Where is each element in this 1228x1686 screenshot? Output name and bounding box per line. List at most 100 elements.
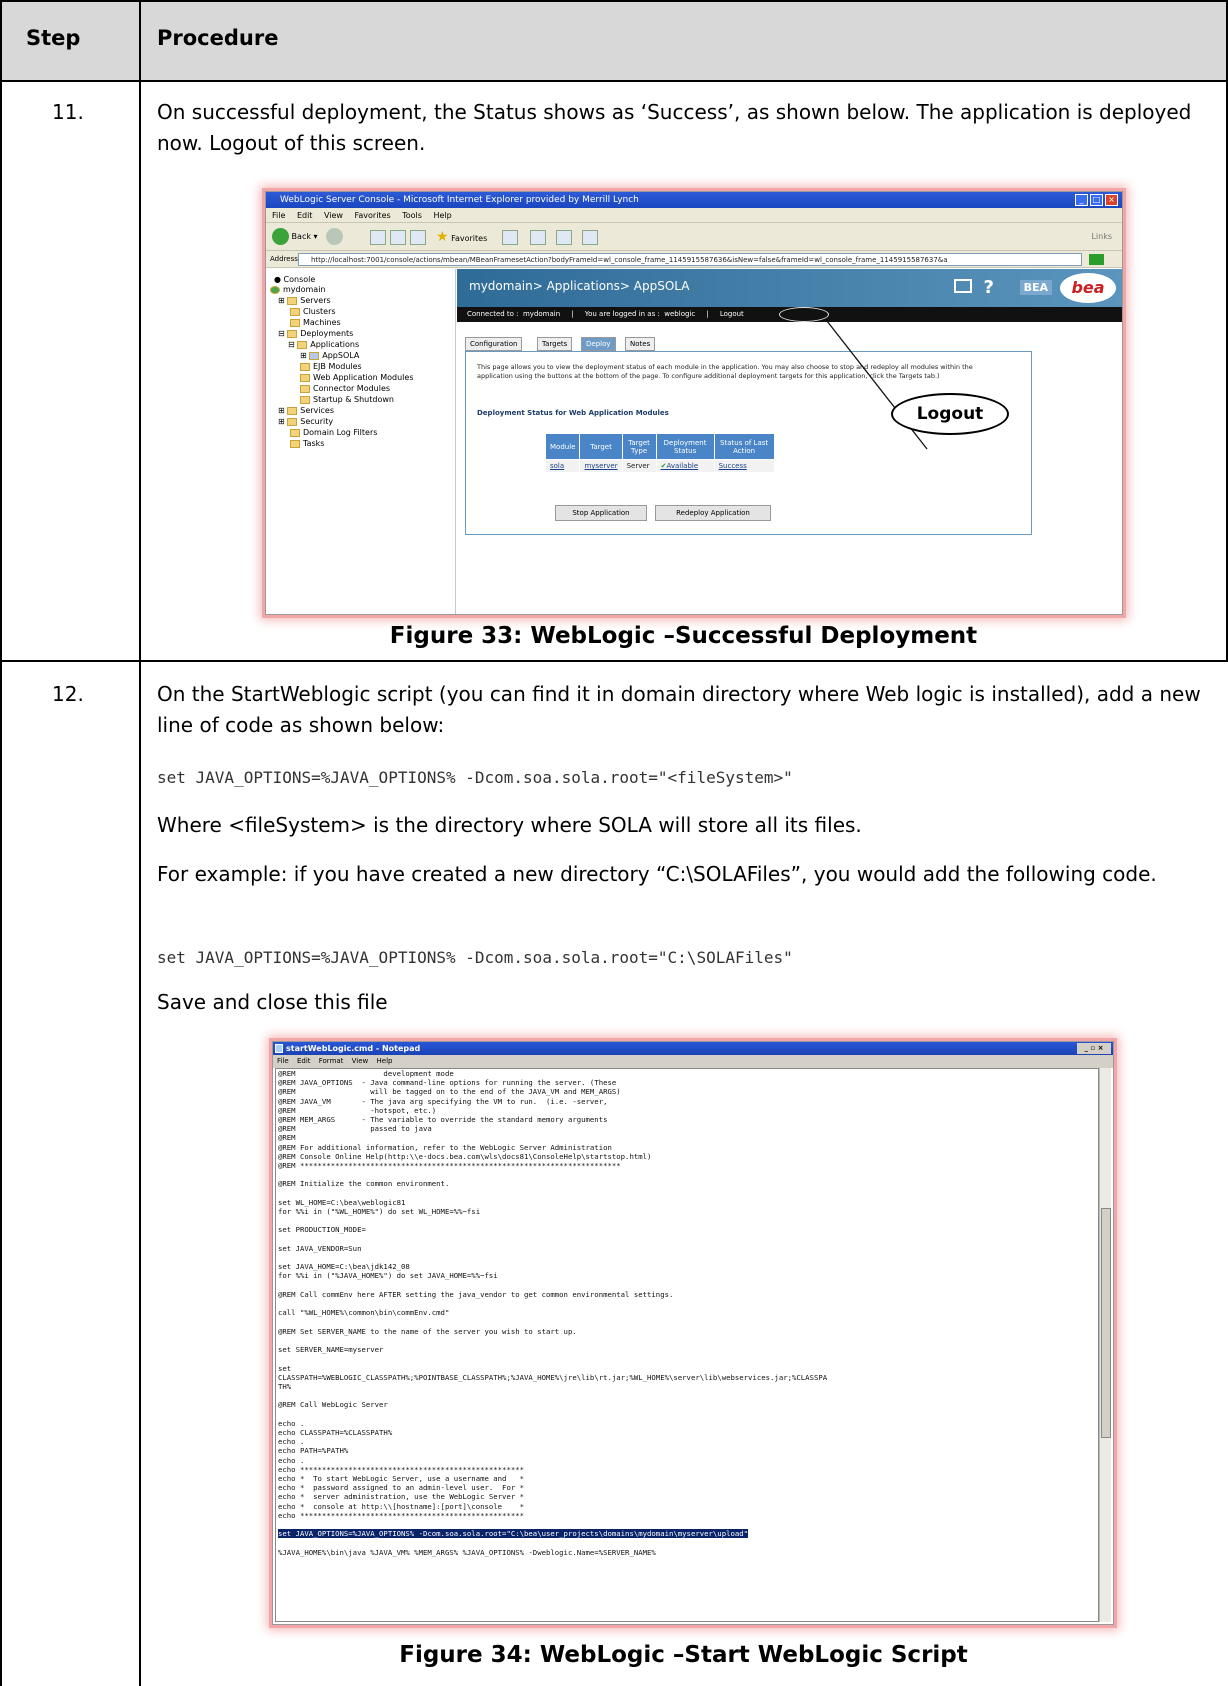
code-line: echo * To start WebLogic Server, use a u… — [278, 1473, 525, 1483]
minimize-icon[interactable]: _ — [1075, 194, 1088, 206]
links-label[interactable]: Links — [1091, 228, 1112, 246]
forward-arrow-icon — [326, 228, 343, 245]
step-12-save: Save and close this file — [157, 990, 388, 1014]
console-nav-tree: ● Console mydomain ⊞ Servers Clusters Ma… — [266, 269, 456, 614]
header-procedure: Procedure — [157, 26, 279, 50]
code-line: call "%WL_HOME%\common\bin\commEnv.cmd" — [278, 1308, 450, 1318]
code-line: TH% — [278, 1381, 292, 1391]
menu-edit[interactable]: Edit — [297, 1057, 311, 1065]
callout-pointer — [826, 320, 928, 450]
code-line: set SERVER_NAME=myserver — [278, 1345, 384, 1355]
menu-tools[interactable]: Tools — [402, 211, 422, 220]
forward-button[interactable] — [326, 228, 343, 246]
code-line: %JAVA_HOME%\bin\java %JAVA_VM% %MEM_ARGS… — [278, 1547, 656, 1557]
menu-help[interactable]: Help — [377, 1057, 393, 1065]
ie-menu-bar: File Edit View Favorites Tools Help — [266, 208, 1122, 223]
tree-item-ejb-modules[interactable]: EJB Modules — [300, 361, 362, 372]
step-11-text: On successful deployment, the Status sho… — [157, 100, 1192, 155]
favorites-button[interactable]: ★ Favorites — [436, 228, 487, 246]
figure-34-caption: Figure 34: WebLogic –Start WebLogic Scri… — [399, 1642, 968, 1668]
tree-item-connector-modules[interactable]: Connector Modules — [300, 383, 390, 394]
tree-item-servers[interactable]: ⊞ Servers — [278, 295, 331, 306]
tree-item-security[interactable]: ⊞ Security — [278, 416, 333, 427]
code-line: @REM will be tagged on to the end of the… — [278, 1087, 621, 1097]
code-line: @REM Call WebLogic Server — [278, 1400, 388, 1410]
code-line: set JAVA_VENDOR=Sun — [278, 1243, 362, 1253]
menu-edit[interactable]: Edit — [297, 211, 313, 220]
code-line: @REM -hotspot, etc.) — [278, 1105, 437, 1115]
tree-item-domain-log-filters[interactable]: Domain Log Filters — [290, 427, 377, 438]
logout-callout: Logout — [891, 393, 1009, 435]
code-line: echo ***********************************… — [278, 1464, 525, 1474]
menu-view[interactable]: View — [352, 1057, 369, 1065]
edit-icon[interactable] — [582, 230, 598, 245]
tree-item-machines[interactable]: Machines — [290, 317, 341, 328]
figure-33-caption: Figure 33: WebLogic –Successful Deployme… — [389, 623, 978, 649]
tree-item-clusters[interactable]: Clusters — [290, 306, 336, 317]
tree-item-services[interactable]: ⊞ Services — [278, 405, 334, 416]
console-main-pane: mydomain> Applications> AppSOLA ? BEA be… — [457, 269, 1122, 614]
step-12-example: For example: if you have created a new d… — [157, 862, 1157, 886]
tree-item-deployments[interactable]: ⊟ Deployments — [278, 328, 353, 339]
code-line: echo * server administration, use the We… — [278, 1492, 525, 1502]
tree-item-tasks[interactable]: Tasks — [290, 438, 324, 449]
code-line: @REM Call commEnv here AFTER setting the… — [278, 1289, 674, 1299]
close-icon[interactable]: × — [1105, 194, 1118, 206]
menu-favorites[interactable]: Favorites — [355, 211, 391, 220]
notepad-text-area[interactable]: @REM development mode @REM JAVA_OPTIONS -… — [275, 1068, 1099, 1622]
refresh-icon[interactable] — [390, 230, 406, 245]
menu-view[interactable]: View — [324, 211, 343, 220]
history-icon[interactable] — [502, 230, 518, 245]
code-line: set PRODUCTION_MODE= — [278, 1225, 366, 1235]
tree-item-appsola[interactable]: ⊞ AppSOLA — [300, 350, 359, 361]
maximize-icon[interactable]: □ — [1090, 194, 1103, 206]
code-line: @REM passed to java — [278, 1124, 432, 1134]
tree-item-startup-shutdown[interactable]: Startup & Shutdown — [300, 394, 394, 405]
code-line: @REM development mode — [278, 1069, 454, 1078]
back-arrow-icon — [272, 228, 289, 245]
figure-34-screenshot: startWebLogic.cmd - Notepad _ ▫ × File E… — [272, 1041, 1114, 1625]
code-line: echo CLASSPATH=%CLASSPATH% — [278, 1427, 393, 1437]
menu-help[interactable]: Help — [433, 211, 451, 220]
code-line: echo ***********************************… — [278, 1510, 525, 1520]
code-line: echo * console at http:\\[hostname]:[por… — [278, 1501, 525, 1511]
scrollbar-thumb[interactable] — [1101, 1208, 1111, 1438]
code-line: set JAVA_OPTIONS=%JAVA_OPTIONS% -Dcom.so… — [278, 1529, 749, 1539]
back-button[interactable]: Back ▾ — [272, 228, 318, 246]
tree-item-applications[interactable]: ⊟ Applications — [288, 339, 359, 350]
code-line-2: set JAVA_OPTIONS=%JAVA_OPTIONS% -Dcom.so… — [157, 948, 793, 967]
menu-file[interactable]: File — [272, 211, 285, 220]
ie-toolbar: Back ▾ ★ Favorites Links — [266, 223, 1122, 251]
notepad-icon — [275, 1044, 283, 1053]
code-line: echo PATH=%PATH% — [278, 1446, 349, 1456]
address-input[interactable]: http://localhost:7001/console/actions/mb… — [298, 253, 1082, 266]
menu-file[interactable]: File — [277, 1057, 289, 1065]
window-controls-icon[interactable]: _ ▫ × — [1077, 1043, 1111, 1054]
step-number-12: 12. — [52, 682, 84, 706]
procedure-table: Step Procedure 11. On successful deploym… — [0, 0, 1228, 1686]
menu-format[interactable]: Format — [319, 1057, 344, 1065]
tree-item-web-app-modules[interactable]: Web Application Modules — [300, 372, 413, 383]
code-line: echo . — [278, 1418, 305, 1428]
tree-item-mydomain[interactable]: mydomain — [270, 284, 326, 295]
print-icon[interactable] — [556, 230, 572, 245]
step-number-11: 11. — [52, 100, 84, 124]
go-button[interactable] — [1089, 254, 1104, 265]
home-icon[interactable] — [410, 230, 426, 245]
stop-icon[interactable] — [370, 230, 386, 245]
mail-icon[interactable] — [530, 230, 546, 245]
notepad-scrollbar[interactable] — [1099, 1068, 1111, 1622]
ie-title-bar: WebLogic Server Console - Microsoft Inte… — [266, 192, 1122, 208]
code-line: @REM ***********************************… — [278, 1161, 621, 1171]
code-line: echo * password assigned to an admin-lev… — [278, 1483, 525, 1493]
